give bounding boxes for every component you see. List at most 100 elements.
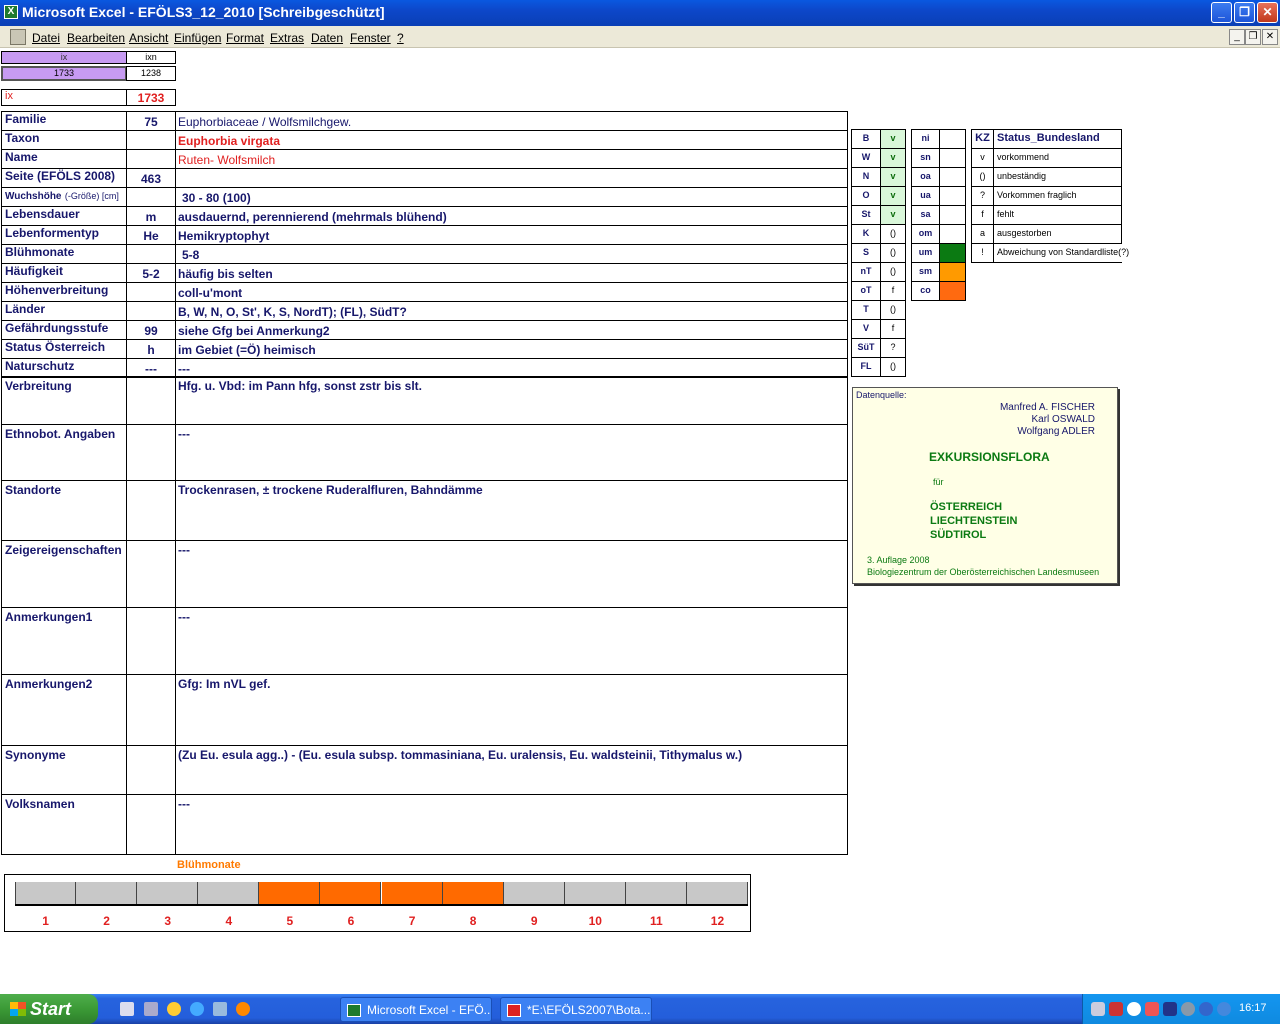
status-text[interactable]: Vorkommen fraglich <box>993 186 1122 206</box>
menu-datei[interactable]: Datei <box>32 31 60 45</box>
status-kz-header[interactable]: KZ <box>971 129 994 149</box>
doc-minimize-button[interactable]: _ <box>1229 29 1245 45</box>
row-label[interactable]: Lebensdauer <box>1 206 127 226</box>
row-value[interactable]: 5-8 <box>175 244 848 264</box>
land-code[interactable]: N <box>851 167 881 187</box>
land-code[interactable]: K <box>851 224 881 244</box>
hoehe-color-swatch[interactable] <box>939 243 966 263</box>
av-icon[interactable] <box>1217 1002 1231 1016</box>
land-code[interactable]: V <box>851 319 881 339</box>
hoehe-color-swatch[interactable] <box>939 262 966 282</box>
status-text[interactable]: Abweichung von Standardliste(?) <box>993 243 1129 263</box>
ixn-header[interactable]: ixn <box>126 51 176 64</box>
row-number[interactable]: He <box>126 225 176 245</box>
row-value[interactable]: B, W, N, O, St', K, S, NordT); (FL), Süd… <box>175 301 848 321</box>
media-icon[interactable] <box>167 1002 181 1016</box>
row-label[interactable]: Naturschutz <box>1 358 127 378</box>
status-name-header[interactable]: Status_Bundesland <box>993 129 1122 149</box>
row-label[interactable]: Name <box>1 149 127 169</box>
row-value[interactable]: --- <box>175 358 848 378</box>
hoehe-code[interactable]: sm <box>911 262 940 282</box>
row-number[interactable] <box>126 282 176 302</box>
firefox-icon[interactable] <box>236 1002 250 1016</box>
row-number[interactable] <box>126 149 176 169</box>
land-status[interactable]: () <box>880 300 906 320</box>
row-number[interactable]: h <box>126 339 176 359</box>
status-text[interactable]: fehlt <box>993 205 1122 225</box>
land-status[interactable]: v <box>880 148 906 168</box>
row-number[interactable] <box>126 130 176 150</box>
land-status[interactable]: () <box>880 243 906 263</box>
row-label[interactable]: Höhenverbreitung <box>1 282 127 302</box>
worksheet[interactable]: ix ixn 1733 1238 ix 1733 Familie 75 Euphor… <box>0 48 1280 994</box>
tall-row-value[interactable]: --- <box>175 424 848 481</box>
row-value[interactable]: Euphorbiaceae / Wolfsmilchgew. <box>175 111 848 131</box>
land-code[interactable]: B <box>851 129 881 149</box>
task-excel[interactable]: Microsoft Excel - EFÖ... <box>340 997 492 1022</box>
restore-button[interactable]: ❐ <box>1234 2 1255 23</box>
status-text[interactable]: ausgestorben <box>993 224 1122 244</box>
land-status[interactable]: v <box>880 205 906 225</box>
menu-fenster[interactable]: Fenster <box>350 31 391 45</box>
row-label[interactable]: Lebenformentyp <box>1 225 127 245</box>
status-kz[interactable]: ! <box>971 243 994 263</box>
land-code[interactable]: oT <box>851 281 881 301</box>
tall-row-value[interactable]: Hfg. u. Vbd: im Pann hfg, sonst zstr bis… <box>175 376 848 425</box>
hoehe-code[interactable]: sa <box>911 205 940 225</box>
network-icon[interactable] <box>1091 1002 1105 1016</box>
status-kz[interactable]: () <box>971 167 994 187</box>
tall-row-label[interactable]: Anmerkungen2 <box>1 674 127 746</box>
tall-row-number[interactable] <box>126 745 176 795</box>
status-kz[interactable]: f <box>971 205 994 225</box>
row-value[interactable]: 30 - 80 (100) <box>175 187 848 207</box>
land-code[interactable]: FL <box>851 357 881 377</box>
tall-row-number[interactable] <box>126 794 176 855</box>
land-status[interactable]: () <box>880 224 906 244</box>
tall-row-value[interactable]: (Zu Eu. esula agg..) - (Eu. esula subsp.… <box>175 745 848 795</box>
land-code[interactable]: S <box>851 243 881 263</box>
tall-row-label[interactable]: Standorte <box>1 480 127 541</box>
row-number[interactable]: --- <box>126 358 176 378</box>
info-icon[interactable] <box>1199 1002 1213 1016</box>
desktop-icon[interactable] <box>120 1002 134 1016</box>
hoehe-color-swatch[interactable] <box>939 148 966 168</box>
menu-daten[interactable]: Daten <box>311 31 343 45</box>
land-status[interactable]: () <box>880 262 906 282</box>
land-code[interactable]: St <box>851 205 881 225</box>
status-kz[interactable]: ? <box>971 186 994 206</box>
task-explorer[interactable]: *E:\EFÖLS2007\Bota... <box>500 997 652 1022</box>
row-value[interactable]: Ruten- Wolfsmilch <box>175 149 848 169</box>
hoehe-code[interactable]: oa <box>911 167 940 187</box>
row-value[interactable]: coll-u'mont <box>175 282 848 302</box>
status-text[interactable]: unbeständig <box>993 167 1122 187</box>
hoehe-code[interactable]: co <box>911 281 940 301</box>
doc-restore-button[interactable]: ❐ <box>1245 29 1261 45</box>
row-label[interactable]: Familie <box>1 111 127 131</box>
tall-row-value[interactable]: Gfg: Im nVL gef. <box>175 674 848 746</box>
row-number[interactable] <box>126 244 176 264</box>
row-number[interactable]: 75 <box>126 111 176 131</box>
tall-row-label[interactable]: Verbreitung <box>1 376 127 425</box>
row-value[interactable]: im Gebiet (=Ö) heimisch <box>175 339 848 359</box>
tall-row-label[interactable]: Anmerkungen1 <box>1 607 127 675</box>
tall-row-number[interactable] <box>126 424 176 481</box>
row-label[interactable]: Gefährdungsstufe <box>1 320 127 340</box>
row-value[interactable]: häufig bis selten <box>175 263 848 283</box>
land-status[interactable]: v <box>880 186 906 206</box>
land-status[interactable]: f <box>880 319 906 339</box>
hoehe-code[interactable]: ni <box>911 129 940 149</box>
row-label[interactable]: Seite (EFÖLS 2008) <box>1 168 127 188</box>
land-status[interactable]: () <box>880 357 906 377</box>
hoehe-code[interactable]: sn <box>911 148 940 168</box>
ixn-value-cell[interactable]: 1238 <box>126 66 176 81</box>
row-label[interactable]: Blühmonate <box>1 244 127 264</box>
search-icon[interactable] <box>1127 1002 1141 1016</box>
tall-row-label[interactable]: Zeigereigenschaften <box>1 540 127 608</box>
row-label[interactable]: Status Österreich <box>1 339 127 359</box>
tall-row-number[interactable] <box>126 540 176 608</box>
land-code[interactable]: T <box>851 300 881 320</box>
menu-ansicht[interactable]: Ansicht <box>129 31 168 45</box>
alert-icon[interactable] <box>1145 1002 1159 1016</box>
row-label[interactable]: Länder <box>1 301 127 321</box>
row-value[interactable]: siehe Gfg bei Anmerkung2 <box>175 320 848 340</box>
